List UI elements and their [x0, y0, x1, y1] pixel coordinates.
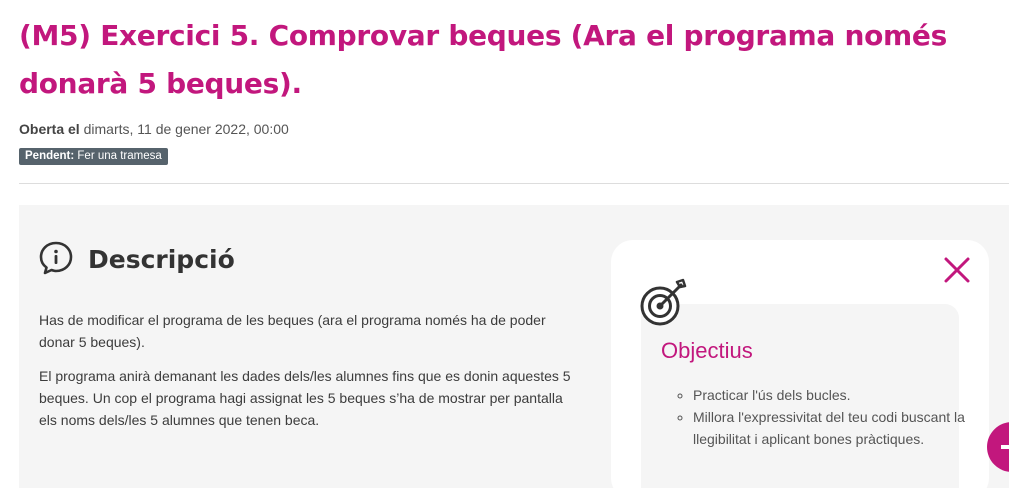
divider: [19, 183, 1009, 184]
status-badge: Pendent: Fer una tramesa: [19, 148, 168, 165]
status-badge-label: Pendent:: [25, 150, 75, 162]
assignment-page: (M5) Exercici 5. Comprovar beques (Ara e…: [0, 0, 1009, 488]
description-panel: Descripció Has de modificar el programa …: [19, 205, 1009, 488]
objectives-box: Objectius Practicar l'ús dels bucles. Mi…: [641, 304, 965, 488]
objectives-list: Practicar l'ús dels bucles. Millora l'ex…: [661, 384, 973, 450]
fab-icon: [1001, 445, 1009, 449]
list-item: Millora l'expressivitat del teu codi bus…: [693, 406, 973, 450]
description-heading: Descripció: [88, 245, 235, 274]
close-icon[interactable]: [941, 254, 973, 286]
description-paragraph: El programa anirà demanant les dades del…: [39, 368, 571, 428]
status-badge-value: Fer una tramesa: [77, 150, 162, 162]
description-paragraph: Has de modificar el programa de les bequ…: [39, 312, 546, 350]
page-title: (M5) Exercici 5. Comprovar beques (Ara e…: [19, 19, 947, 100]
open-date: Oberta el dimarts, 11 de gener 2022, 00:…: [19, 121, 289, 137]
list-item: Practicar l'ús dels bucles.: [693, 384, 973, 406]
objectives-heading: Objectius: [661, 338, 753, 363]
description-body: Has de modificar el programa de les bequ…: [39, 309, 584, 443]
objectives-card: Objectius Practicar l'ús dels bucles. Mi…: [611, 240, 989, 488]
open-date-value: dimarts, 11 de gener 2022, 00:00: [83, 121, 289, 137]
open-date-label: Oberta el: [19, 121, 80, 137]
info-speech-icon: [39, 241, 73, 275]
target-icon: [640, 278, 687, 326]
